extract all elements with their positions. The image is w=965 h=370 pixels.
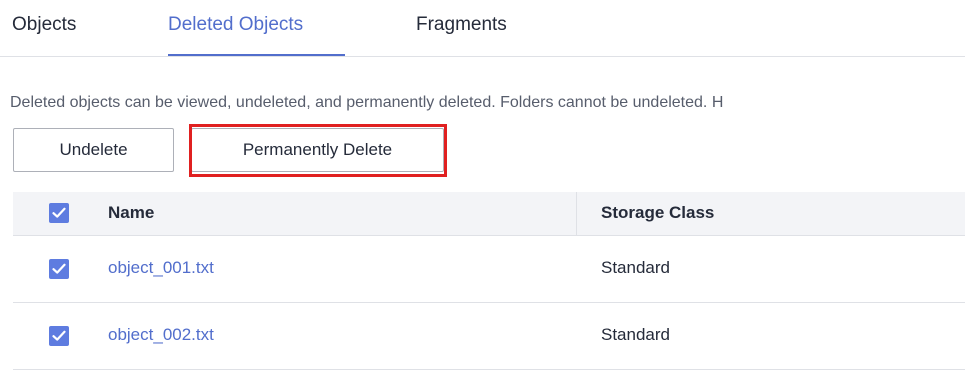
permanently-delete-button[interactable]: Permanently Delete	[191, 128, 444, 172]
check-icon	[52, 330, 66, 341]
object-name-link[interactable]: object_001.txt	[108, 258, 214, 278]
table-header: Name Storage Class	[13, 192, 965, 236]
storage-class-value: Standard	[601, 258, 670, 277]
column-header-storage-class[interactable]: Storage Class	[601, 203, 714, 223]
table-row: object_001.txt Standard	[13, 236, 965, 303]
row-checkbox[interactable]	[49, 326, 69, 346]
description-text: Deleted objects can be viewed, undeleted…	[10, 94, 724, 111]
storage-class-value: Standard	[601, 325, 670, 344]
tab-divider	[0, 56, 965, 57]
tab-deleted-objects[interactable]: Deleted Objects	[168, 12, 345, 56]
tab-bar: Objects Deleted Objects Fragments	[0, 0, 965, 57]
check-icon	[52, 207, 66, 218]
objects-table: Name Storage Class object_001.txt Standa…	[13, 192, 965, 370]
undelete-button[interactable]: Undelete	[13, 128, 174, 172]
table-row: object_002.txt Standard	[13, 303, 965, 370]
select-all-checkbox[interactable]	[49, 203, 69, 223]
check-icon	[52, 263, 66, 274]
row-checkbox[interactable]	[49, 259, 69, 279]
tab-fragments[interactable]: Fragments	[416, 12, 507, 56]
object-name-link[interactable]: object_002.txt	[108, 325, 214, 345]
column-header-name[interactable]: Name	[108, 203, 154, 223]
tab-objects[interactable]: Objects	[12, 12, 76, 56]
column-divider	[576, 192, 577, 235]
